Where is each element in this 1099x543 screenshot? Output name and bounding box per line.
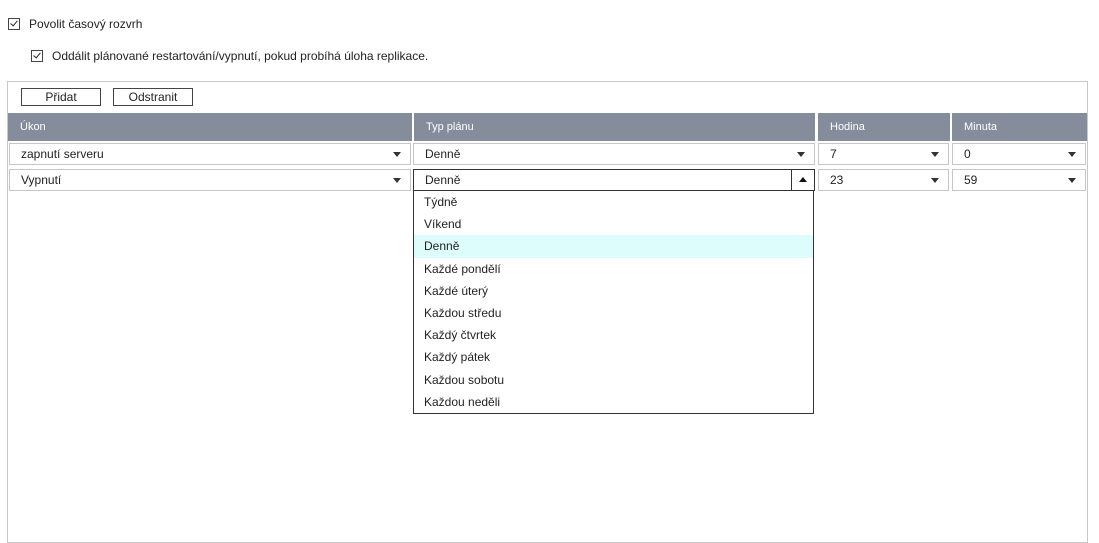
hour-select-value: 23: [830, 173, 844, 187]
plan-type-select-value: Denně: [425, 147, 461, 161]
action-select-value: zapnutí serveru: [21, 147, 104, 161]
dropdown-option-weekly[interactable]: Týdně: [414, 191, 813, 213]
dropdown-option-thursday[interactable]: Každý čtvrtek: [414, 324, 813, 346]
dropdown-option-weekend[interactable]: Víkend: [414, 213, 813, 235]
chevron-down-icon[interactable]: [931, 152, 939, 157]
dropdown-option-daily[interactable]: Denně: [414, 235, 813, 258]
remove-button[interactable]: Odstranit: [113, 88, 193, 106]
dropdown-option-monday[interactable]: Každé pondělí: [414, 258, 813, 280]
column-header-minute: Minuta: [952, 113, 1087, 141]
dropdown-option-friday[interactable]: Každý pátek: [414, 346, 813, 368]
column-header-plan-type: Typ plánu: [414, 113, 815, 141]
chevron-down-icon[interactable]: [393, 152, 401, 157]
column-header-action: Úkon: [8, 113, 412, 141]
dropdown-option-saturday[interactable]: Každou sobotu: [414, 369, 813, 391]
hour-select-value: 7: [830, 147, 837, 161]
chevron-down-icon[interactable]: [931, 178, 939, 183]
action-select[interactable]: Vypnutí: [9, 169, 411, 191]
action-select-value: Vypnutí: [21, 173, 62, 187]
chevron-down-icon[interactable]: [393, 178, 401, 183]
minute-select[interactable]: 0: [952, 143, 1086, 165]
chevron-down-icon[interactable]: [1068, 178, 1076, 183]
minute-select[interactable]: 59: [952, 169, 1086, 191]
minute-select-value: 59: [964, 173, 978, 187]
enable-schedule-label: Povolit časový rozvrh: [29, 17, 143, 31]
dropdown-option-sunday[interactable]: Každou neděli: [414, 391, 813, 413]
chevron-up-icon[interactable]: [791, 169, 815, 191]
checkbox-checked-icon[interactable]: [8, 18, 20, 30]
minute-select-value: 0: [964, 147, 971, 161]
hour-select[interactable]: 23: [818, 169, 949, 191]
plan-type-select[interactable]: Denně: [413, 143, 815, 165]
table-header: Úkon Typ plánu Hodina Minuta: [8, 113, 1087, 141]
chevron-down-icon[interactable]: [1068, 152, 1076, 157]
delay-replication-checkbox[interactable]: Oddálit plánované restartování/vypnutí, …: [31, 49, 428, 63]
delay-replication-label: Oddálit plánované restartování/vypnutí, …: [52, 49, 429, 63]
plan-type-dropdown-list: Týdně Víkend Denně Každé pondělí Každé ú…: [413, 191, 814, 414]
column-header-hour: Hodina: [818, 113, 950, 141]
chevron-down-icon[interactable]: [797, 152, 805, 157]
action-select[interactable]: zapnutí serveru: [9, 143, 411, 165]
plan-type-select-value: Denně: [425, 173, 461, 187]
dropdown-option-wednesday[interactable]: Každou středu: [414, 302, 813, 324]
enable-schedule-checkbox[interactable]: Povolit časový rozvrh: [8, 17, 142, 31]
hour-select[interactable]: 7: [818, 143, 949, 165]
plan-type-select-open[interactable]: Denně: [413, 169, 815, 191]
checkbox-checked-icon[interactable]: [31, 50, 43, 62]
dropdown-option-tuesday[interactable]: Každé úterý: [414, 280, 813, 302]
add-button[interactable]: Přidat: [21, 88, 101, 106]
